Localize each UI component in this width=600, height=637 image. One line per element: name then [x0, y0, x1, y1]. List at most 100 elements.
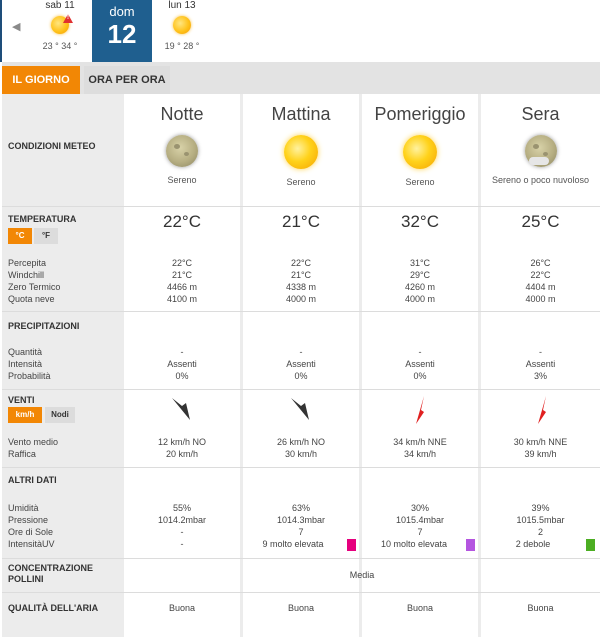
value-quota-neve: 4000 m — [404, 294, 436, 304]
value-intensita: Assenti — [405, 359, 435, 369]
value-ore-di-sole: 7 — [417, 527, 423, 537]
moon-icon — [166, 135, 198, 167]
label-zero-termico: Zero Termico — [8, 282, 61, 292]
value-intensita: Assenti — [525, 359, 556, 369]
section-precipitation: PRECIPITAZIONI — [8, 321, 80, 331]
sun-icon — [173, 16, 191, 34]
value-raffica: 30 km/h — [284, 449, 317, 459]
day-prev-temps: 23 ° 34 ° — [42, 41, 78, 51]
uv-indicator — [586, 539, 595, 551]
label-percepita: Percepita — [8, 258, 47, 268]
period-mattina: Mattina Sereno — [243, 96, 359, 187]
wind-direction-arrow-icon — [172, 398, 190, 420]
value-umidita: 39% — [531, 503, 550, 513]
value-ore-di-sole: 7 — [298, 527, 304, 537]
period-condition: Sereno — [286, 177, 316, 187]
value-raffica: 20 km/h — [165, 449, 198, 459]
label-intensita: Intensità — [8, 359, 43, 369]
unit-kmh-button[interactable]: km/h — [8, 407, 42, 423]
value-quantita: - — [539, 347, 542, 357]
value-intensita-uv: 9 molto elevata — [262, 539, 324, 549]
day-current[interactable]: dom 12 — [92, 0, 152, 62]
unit-knots-button[interactable]: Nodi — [45, 407, 75, 423]
day-prev[interactable]: sab 11 23 ° 34 ° — [30, 0, 90, 52]
value-pressione: 1014.3mbar — [276, 515, 326, 525]
value-percepita: 22°C — [171, 258, 193, 268]
period-name: Sera — [521, 104, 560, 124]
label-pressione: Pressione — [8, 515, 49, 525]
tab-ora-per-ora[interactable]: ORA PER ORA — [84, 66, 170, 94]
value-vento-medio: 12 km/h NO — [157, 437, 206, 447]
divider — [2, 389, 600, 390]
divider — [2, 311, 600, 312]
period-condition: Sereno — [405, 177, 435, 187]
uv-indicator — [347, 539, 356, 551]
value-quota-neve: 4000 m — [525, 294, 556, 304]
value-ore-di-sole: - — [180, 527, 184, 537]
day-current-name: dom — [109, 4, 135, 19]
wind-arrow-mattina — [291, 398, 309, 420]
unit-fahrenheit-button[interactable]: °F — [34, 228, 58, 244]
value-umidita: 55% — [172, 503, 191, 513]
wind-arrow-pomeriggio — [416, 396, 424, 424]
value-percepita: 31°C — [409, 258, 431, 268]
label-intensita-uv: IntensitàUV — [8, 539, 55, 549]
wind-direction-arrow-icon — [416, 396, 424, 424]
day-prev-label: sab 11 — [45, 0, 75, 11]
value-probabilita: 0% — [413, 371, 427, 381]
value-pressione: 1015.5mbar — [516, 515, 565, 525]
forecast-panel: IL GIORNO ORA PER ORA Notte Sereno Matti… — [2, 62, 600, 637]
section-pollen: CONCENTRAZIONE POLLINI — [8, 563, 93, 584]
value-air-quality: Buona — [406, 603, 434, 613]
value-zero-termico: 4338 m — [285, 282, 317, 292]
value-umidita: 63% — [291, 503, 310, 513]
temperature-main: 25°C — [521, 212, 560, 231]
section-air-quality: QUALITÀ DELL'ARIA — [8, 603, 99, 613]
divider — [2, 592, 600, 593]
value-ore-di-sole: 2 — [537, 527, 543, 537]
section-temperature: TEMPERATURA — [8, 214, 77, 224]
value-intensita-uv: 2 debole — [515, 539, 551, 549]
value-vento-medio: 30 km/h NNE — [513, 437, 568, 447]
value-air-quality: Buona — [287, 603, 315, 613]
unit-celsius-button[interactable]: °C — [8, 228, 32, 244]
section-winds: VENTI — [8, 395, 35, 405]
value-probabilita: 0% — [294, 371, 308, 381]
wind-arrow-notte — [172, 398, 190, 420]
label-vento-medio: Vento medio — [8, 437, 59, 447]
label-quota-neve: Quota neve — [8, 294, 55, 304]
label-quantita: Quantità — [8, 347, 43, 357]
uv-indicator — [466, 539, 475, 551]
tab-il-giorno[interactable]: IL GIORNO — [2, 66, 80, 94]
day-next[interactable]: lun 13 19 ° 28 ° — [154, 0, 210, 52]
day-next-label: lun 13 — [168, 0, 196, 11]
period-name: Mattina — [271, 104, 331, 124]
period-condition: Sereno o poco nuvoloso — [491, 175, 590, 185]
day-current-number: 12 — [107, 19, 137, 49]
sun-icon — [403, 135, 437, 169]
wind-direction-arrow-icon — [538, 396, 546, 424]
label-ore-di-sole: Ore di Sole — [8, 527, 54, 537]
sun-icon — [284, 135, 318, 169]
day-next-temps: 19 ° 28 ° — [164, 41, 200, 51]
warning-icon: ! — [63, 14, 73, 23]
value-intensita-uv: 10 molto elevata — [380, 539, 448, 549]
label-umidita: Umidità — [8, 503, 39, 513]
value-windchill: 21°C — [290, 270, 312, 280]
value-quantita: - — [418, 347, 422, 357]
previous-arrow-icon[interactable]: ◀ — [12, 20, 20, 33]
wind-direction-arrow-icon — [291, 398, 309, 420]
label-windchill: Windchill — [8, 270, 45, 280]
value-intensita-uv: - — [180, 539, 184, 549]
value-pressione: 1015.4mbar — [395, 515, 445, 525]
tab-bar: IL GIORNO ORA PER ORA — [2, 62, 600, 94]
value-vento-medio: 26 km/h NO — [276, 437, 325, 447]
section-other: ALTRI DATI — [8, 475, 57, 485]
value-pressione: 1014.2mbar — [157, 515, 207, 525]
label-probabilita: Probabilità — [8, 371, 51, 381]
value-quantita: - — [180, 347, 184, 357]
period-notte: Notte Sereno — [124, 96, 240, 185]
period-pomeriggio: Pomeriggio Sereno — [362, 96, 478, 187]
value-percepita: 22°C — [290, 258, 312, 268]
value-quota-neve: 4000 m — [285, 294, 317, 304]
